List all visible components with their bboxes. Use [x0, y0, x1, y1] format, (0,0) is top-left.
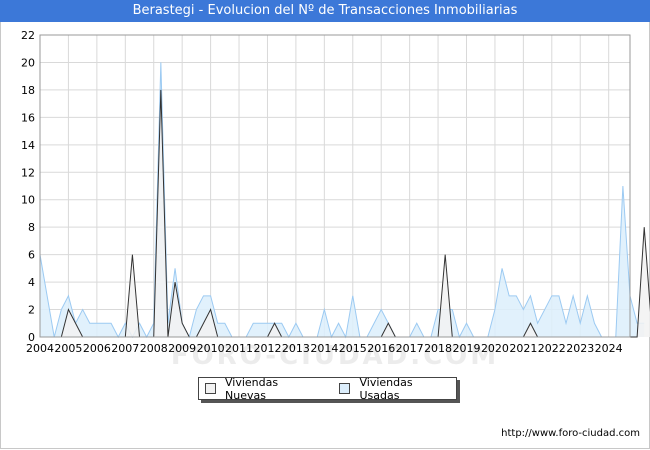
x-tick-label: 2008 [140, 342, 168, 355]
legend-swatch-usadas [339, 383, 351, 394]
x-tick-label: 2006 [83, 342, 111, 355]
legend-label-nuevas: Viviendas Nuevas [225, 375, 279, 402]
x-tick-label: 2010 [197, 342, 225, 355]
x-tick-label: 2019 [453, 342, 481, 355]
x-tick-label: 2013 [282, 342, 310, 355]
y-tick-label: 14 [21, 139, 35, 152]
x-tick-label: 2007 [111, 342, 139, 355]
x-tick-label: 2015 [339, 342, 367, 355]
y-tick-label: 8 [28, 221, 35, 234]
x-tick-label: 2012 [253, 342, 281, 355]
x-tick-label: 2005 [54, 342, 82, 355]
grid [39, 34, 630, 338]
x-tick-label: 2021 [509, 342, 537, 355]
x-tick-label: 2022 [538, 342, 566, 355]
x-tick-label: 2004 [26, 342, 54, 355]
legend-item-usadas: Viviendas Usadas [339, 376, 456, 402]
x-tick-label: 2020 [481, 342, 509, 355]
legend: Viviendas Nuevas Viviendas Usadas [198, 376, 457, 402]
x-tick-label: 2017 [396, 342, 424, 355]
x-tick-label: 2009 [168, 342, 196, 355]
x-tick-label: 2018 [424, 342, 452, 355]
source-link[interactable]: http://www.foro-ciudad.com [501, 428, 640, 439]
legend-label-usadas: Viviendas Usadas [359, 375, 413, 402]
y-tick-label: 6 [28, 249, 35, 262]
y-tick-label: 18 [21, 84, 35, 97]
x-tick-label: 2014 [310, 342, 338, 355]
x-tick-label: 2023 [566, 342, 594, 355]
x-tick-label: 2016 [367, 342, 395, 355]
y-tick-label: 20 [21, 56, 35, 69]
y-tick-label: 12 [21, 166, 35, 179]
x-tick-label: 2011 [225, 342, 253, 355]
legend-item-nuevas: Viviendas Nuevas [205, 376, 322, 402]
y-tick-label: 22 [21, 29, 35, 42]
legend-swatch-nuevas [205, 383, 216, 394]
x-tick-label: 2024 [595, 342, 623, 355]
y-tick-label: 10 [21, 194, 35, 207]
plot-area-border [39, 34, 631, 338]
y-tick-label: 16 [21, 111, 35, 124]
y-tick-label: 4 [28, 276, 35, 289]
y-tick-label: 2 [28, 304, 35, 317]
